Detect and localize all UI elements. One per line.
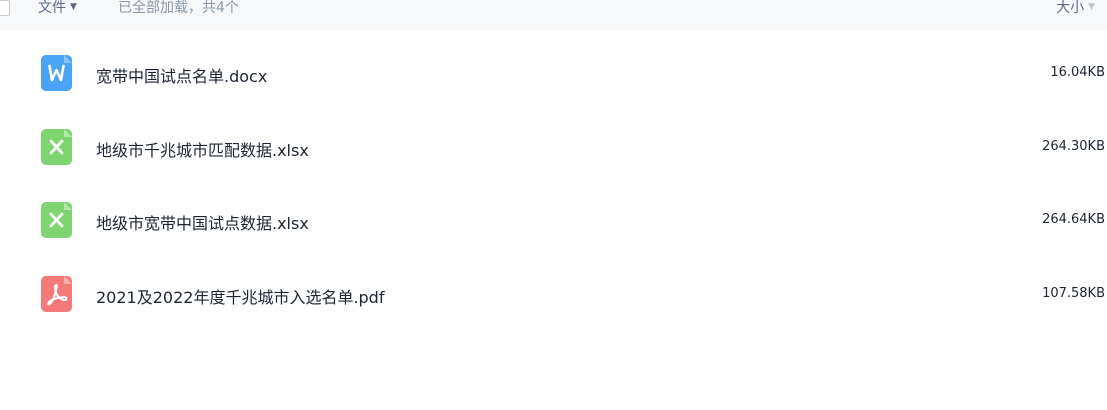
file-row[interactable]: 地级市千兆城市匹配数据.xlsx 264.30KB <box>0 110 1107 184</box>
file-name[interactable]: 宽带中国试点名单.docx <box>96 63 267 87</box>
name-column-label: 文件 <box>38 0 66 16</box>
word-file-icon <box>41 55 72 91</box>
caret-down-icon: ▼ <box>70 2 77 12</box>
file-name[interactable]: 2021及2022年度千兆城市入选名单.pdf <box>96 284 384 308</box>
name-column-sort[interactable]: 文件 ▼ <box>38 0 77 17</box>
loaded-status: 已全部加载，共4个 <box>118 0 239 16</box>
size-column-label: 大小 <box>1056 0 1085 16</box>
size-column-sort[interactable]: 大小 ▼ <box>1056 0 1095 17</box>
select-all-checkbox[interactable] <box>0 0 10 16</box>
file-size: 264.64KB <box>1042 212 1105 227</box>
file-list-header: 文件 ▼ 已全部加载，共4个 大小 ▼ <box>0 0 1107 30</box>
file-size: 107.58KB <box>1042 286 1105 301</box>
file-name[interactable]: 地级市千兆城市匹配数据.xlsx <box>96 137 309 161</box>
file-row[interactable]: 宽带中国试点名单.docx 16.04KB <box>0 36 1107 110</box>
pdf-file-icon <box>41 276 72 312</box>
file-row[interactable]: 2021及2022年度千兆城市入选名单.pdf 107.58KB <box>0 257 1107 331</box>
excel-file-icon <box>41 202 72 238</box>
file-list-page: 文件 ▼ 已全部加载，共4个 大小 ▼ 宽带中国试点名单.docx 16.04K… <box>0 0 1107 410</box>
excel-file-icon <box>41 129 72 165</box>
file-name[interactable]: 地级市宽带中国试点数据.xlsx <box>96 210 309 234</box>
file-size: 16.04KB <box>1050 65 1105 80</box>
file-row[interactable]: 地级市宽带中国试点数据.xlsx 264.64KB <box>0 183 1107 257</box>
caret-down-icon: ▼ <box>1088 2 1095 12</box>
file-size: 264.30KB <box>1042 139 1105 154</box>
